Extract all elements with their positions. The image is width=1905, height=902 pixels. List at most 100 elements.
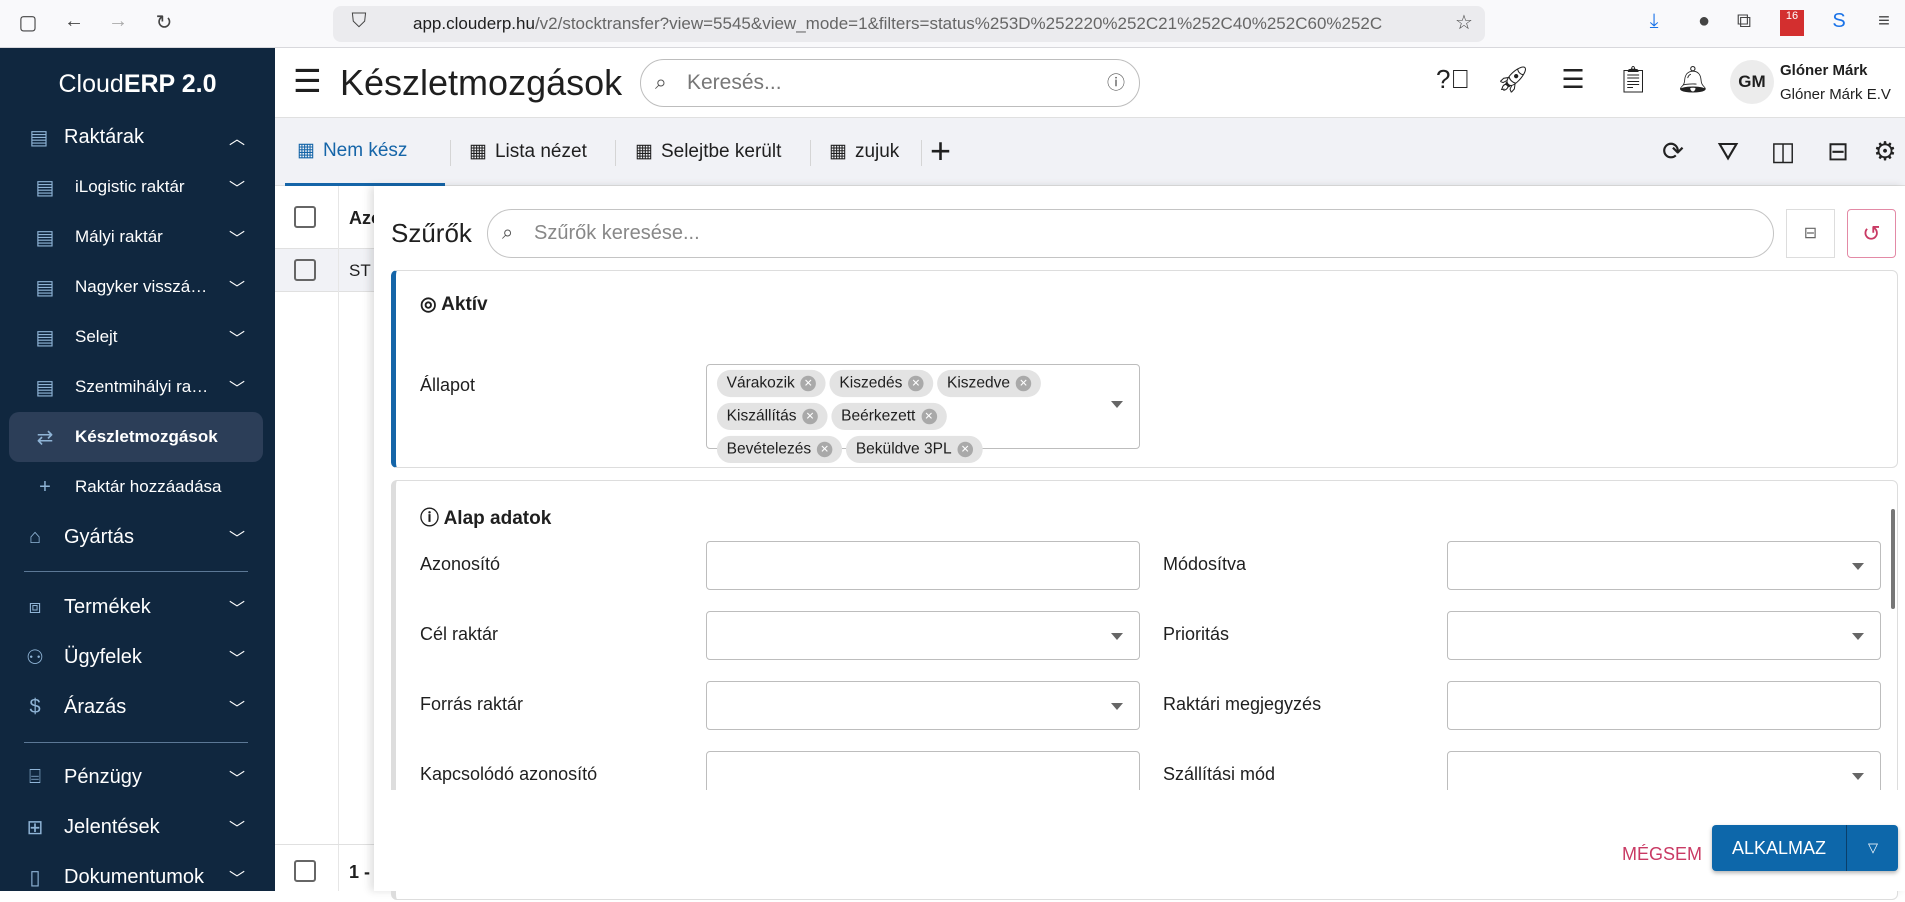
s-extension-icon[interactable]: S <box>1825 10 1853 33</box>
status-chip-label: Beérkezett <box>841 407 916 425</box>
table-icon: ⊞ <box>26 816 44 839</box>
filter-settings-button[interactable]: ⊟ <box>1786 209 1835 258</box>
active-filters-card: ◎ Aktív Állapot Várakozik ✕ Kiszedés ✕ Kisze… <box>391 270 1898 468</box>
help-icon[interactable]: ?⃝ <box>1435 64 1471 95</box>
chevron-down-icon: ﹀ <box>228 281 245 298</box>
status-multiselect[interactable]: Várakozik ✕ Kiszedés ✕ Kiszedve ✕ Kiszállítás ✕… <box>706 364 1140 464</box>
search-input[interactable]: ⌕ Keresés... ⓘ <box>640 59 1140 107</box>
warehouse-icon: ▤ <box>35 276 55 299</box>
tab-separator <box>921 140 922 166</box>
remove-chip-icon[interactable]: ✕ <box>921 408 937 425</box>
status-chip: Kiszállítás ✕ <box>716 402 828 431</box>
remove-chip-icon[interactable]: ✕ <box>817 441 833 458</box>
browser-toolbar: ▢ ← → ↻ app.clouderp.hu/v2/stocktransfer… <box>0 0 1905 48</box>
hamburger-menu-icon[interactable]: ☰ <box>293 62 322 100</box>
reset-filters-button[interactable]: ↺ <box>1847 209 1896 258</box>
sidebar-item-szentmihalyi[interactable]: ▤ Szentmihályi ra… ﹀ <box>0 362 275 412</box>
refresh-icon[interactable]: ⟳ <box>1655 136 1691 167</box>
bell-icon[interactable]: 🔔︎ <box>1675 64 1711 95</box>
view-tabs: ▦ Nem kész ▦ Lista nézet ▦ Selejtbe került … <box>275 118 1905 186</box>
status-label: Állapot <box>420 375 476 395</box>
footer-checkbox[interactable] <box>294 860 316 882</box>
filter-field-input[interactable] <box>706 611 1140 660</box>
status-chip-label: Beküldve 3PL <box>855 440 952 458</box>
sidebar-item-nagyker[interactable]: ▤ Nagyker visszá… ﹀ <box>0 262 275 312</box>
bookmark-star-icon[interactable]: ☆ <box>1450 10 1478 35</box>
sidebar-item-keszletmozgasok[interactable]: ⇄ Készletmozgások <box>9 412 263 462</box>
sidebar: CloudERP 2.0 ▤ Raktárak ︿ ▤ iLogistic raktá… <box>0 48 275 891</box>
remove-chip-icon[interactable]: ✕ <box>957 441 973 458</box>
g-extension-icon[interactable]: ● <box>1690 10 1718 33</box>
sidebar-item-arazas[interactable]: $ Árazás ﹀ <box>0 682 275 732</box>
sliders-icon: ⊟ <box>1803 225 1818 242</box>
chevron-up-icon: ︿ <box>228 131 245 148</box>
sidebar-item-ilogistic[interactable]: ▤ iLogistic raktár ﹀ <box>0 162 275 212</box>
chevron-down-icon: ﹀ <box>228 821 245 838</box>
sidebar-item-dokumentumok[interactable]: ▯ Dokumentumok ﹀ <box>0 852 275 902</box>
sidebar-item-penzugy[interactable]: ⌸ Pénzügy ﹀ <box>0 752 275 802</box>
sidebar-item-jelentesek[interactable]: ⊞ Jelentések ﹀ <box>0 802 275 852</box>
grouping-icon[interactable]: ⊟ <box>1820 136 1856 167</box>
calendar-extension-badge[interactable]: 16 <box>1780 10 1804 36</box>
settings-gears-icon[interactable]: ⚙ <box>1867 136 1903 167</box>
sidebar-item-raktarak[interactable]: ▤ Raktárak ︿ <box>0 112 275 162</box>
tab-lista-nezet[interactable]: ▦ Lista nézet <box>457 118 599 186</box>
checklist-icon[interactable]: ☰ <box>1555 64 1591 95</box>
avatar[interactable]: GM <box>1730 60 1774 104</box>
info-icon[interactable]: ⓘ <box>1107 60 1125 106</box>
tab-separator <box>450 140 451 166</box>
active-section-title: ◎ Aktív <box>420 294 488 315</box>
filter-icon[interactable]: ⛛ <box>1710 136 1746 168</box>
remove-chip-icon[interactable]: ✕ <box>1015 375 1032 392</box>
remove-chip-icon[interactable]: ✕ <box>908 375 924 392</box>
sidebar-item-selejt[interactable]: ▤ Selejt ﹀ <box>0 312 275 362</box>
scrollbar-thumb[interactable] <box>1891 509 1895 609</box>
columns-icon[interactable]: ◫ <box>1765 136 1801 167</box>
sidebar-item-ugyfelek[interactable]: ⚇ Ügyfelek ﹀ <box>0 632 275 682</box>
tab-zujuk[interactable]: ▦ zujuk <box>817 118 911 186</box>
remove-chip-icon[interactable]: ✕ <box>802 408 818 425</box>
apply-button[interactable]: ALKALMAZ <box>1712 825 1847 871</box>
filter-field-input[interactable] <box>706 681 1140 730</box>
clipboard-icon[interactable]: 📋︎ <box>1615 64 1651 95</box>
extensions-icon[interactable]: ⧉ <box>1730 10 1758 33</box>
warehouse-icon: ▤ <box>35 326 55 349</box>
cancel-button[interactable]: MÉGSEM <box>1622 844 1702 865</box>
dropdown-arrow-icon <box>1111 401 1123 414</box>
status-chip: Várakozik ✕ <box>716 369 826 398</box>
sidebar-item-gyartas[interactable]: ⌂ Gyártás ﹀ <box>0 512 275 562</box>
tab-overview-icon[interactable]: ▢ <box>14 10 42 35</box>
row-checkbox[interactable] <box>294 259 316 281</box>
sidebar-item-add-warehouse[interactable]: + Raktár hozzáadása <box>0 462 275 512</box>
select-all-checkbox[interactable] <box>294 206 316 228</box>
sidebar-item-termekek[interactable]: ⧈ Termékek ﹀ <box>0 582 275 632</box>
chevron-down-icon: ﹀ <box>228 651 245 668</box>
back-icon[interactable]: ← <box>60 10 88 33</box>
tab-selejtbe-kerult[interactable]: ▦ Selejtbe került <box>623 118 793 186</box>
sidebar-divider <box>24 571 248 572</box>
apply-options-dropdown[interactable]: ▽ <box>1848 825 1898 871</box>
forward-icon[interactable]: → <box>104 10 132 33</box>
menu-icon[interactable]: ≡ <box>1870 10 1898 33</box>
filter-field-input[interactable] <box>706 541 1140 590</box>
rocket-icon[interactable]: 🚀︎ <box>1495 64 1531 95</box>
search-placeholder: Keresés... <box>687 71 782 94</box>
sidebar-item-malyi[interactable]: ▤ Mályi raktár ﹀ <box>0 212 275 262</box>
filter-field-input[interactable] <box>1447 541 1881 590</box>
remove-chip-icon[interactable]: ✕ <box>800 375 817 392</box>
shield-icon[interactable]: ⛉ <box>345 10 373 33</box>
field-label: Kapcsolódó azonosító <box>420 764 598 784</box>
info-icon: ⓘ <box>420 508 444 529</box>
chevron-down-icon: ﹀ <box>228 771 245 788</box>
download-icon[interactable]: ⤓ <box>1640 10 1668 33</box>
filter-field-input[interactable] <box>1447 681 1881 730</box>
field-label: Prioritás <box>1163 624 1230 644</box>
address-bar[interactable]: app.clouderp.hu/v2/stocktransfer?view=55… <box>333 6 1485 42</box>
reload-icon[interactable]: ↻ <box>150 10 178 35</box>
add-view-plus-icon[interactable]: + <box>930 130 951 172</box>
field-label: Forrás raktár <box>420 694 524 714</box>
tab-nem-kesz[interactable]: ▦ Nem kész <box>285 118 445 186</box>
filter-search-input[interactable]: ⌕ Szűrők keresése... <box>487 209 1774 258</box>
tab-separator <box>810 140 811 166</box>
filter-field-input[interactable] <box>1447 611 1881 660</box>
